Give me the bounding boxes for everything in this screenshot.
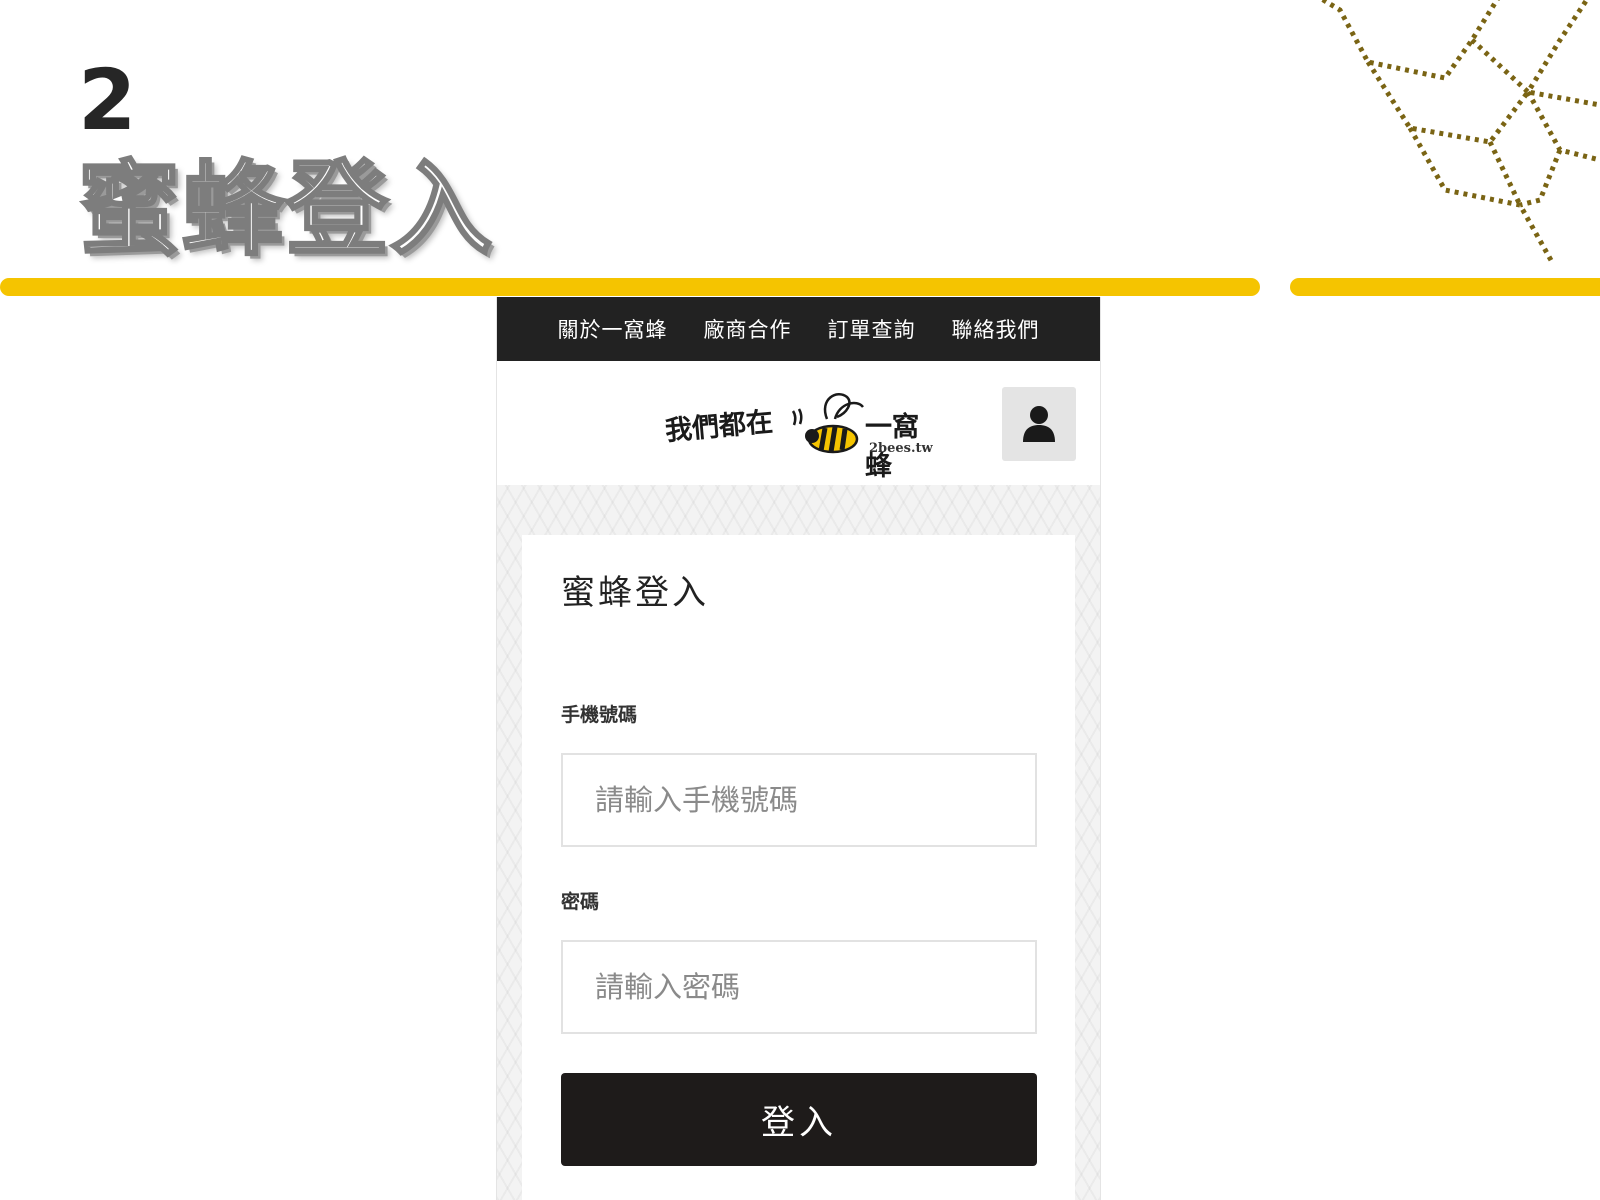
- brand-bar: 我們都在 一窩蜂 2bees.tw: [497, 361, 1100, 486]
- nav-link-about[interactable]: 關於一窩蜂: [558, 314, 668, 344]
- account-button[interactable]: [1002, 387, 1076, 461]
- logo-text-left: 我們都在: [663, 406, 775, 447]
- pattern-background: 蜜蜂登入 手機號碼 密碼 登入: [497, 485, 1100, 1200]
- slide-number: 2: [78, 51, 137, 149]
- login-card: 蜜蜂登入 手機號碼 密碼 登入: [522, 535, 1075, 1200]
- top-nav: 關於一窩蜂 廠商合作 訂單查詢 聯絡我們: [497, 297, 1100, 361]
- login-heading: 蜜蜂登入: [561, 573, 709, 613]
- nav-link-partners[interactable]: 廠商合作: [704, 314, 792, 344]
- phone-input[interactable]: [561, 753, 1037, 847]
- bee-icon: [791, 393, 864, 454]
- gold-divider-right: [1290, 278, 1600, 296]
- nav-link-orders[interactable]: 訂單查詢: [828, 314, 916, 344]
- phone-label: 手機號碼: [561, 704, 638, 726]
- slide-title: 蜜蜂登入: [77, 151, 494, 270]
- nav-link-contact[interactable]: 聯絡我們: [952, 314, 1040, 344]
- user-icon: [1023, 406, 1055, 442]
- honeycomb-decoration: [1318, 0, 1600, 264]
- password-label: 密碼: [561, 891, 600, 913]
- brand-logo[interactable]: 我們都在 一窩蜂 2bees.tw: [663, 389, 933, 482]
- password-input[interactable]: [561, 940, 1037, 1034]
- phone-screenshot: 關於一窩蜂 廠商合作 訂單查詢 聯絡我們 我們都在 一窩蜂 2bees.tw 蜜…: [496, 297, 1101, 1200]
- logo-domain: 2bees.tw: [869, 441, 933, 456]
- gold-divider-left: [0, 278, 1260, 296]
- login-button[interactable]: 登入: [561, 1073, 1037, 1166]
